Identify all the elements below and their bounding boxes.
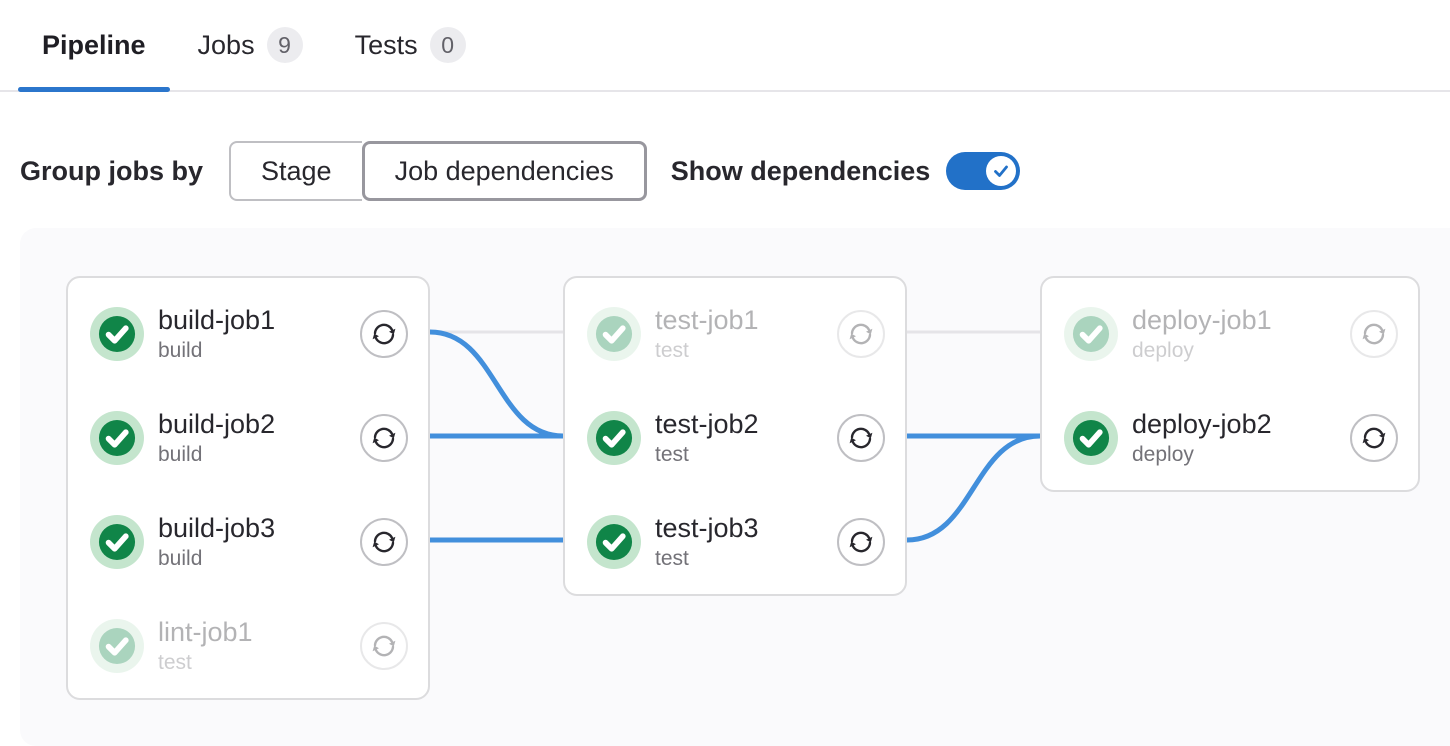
job-row: test-job1 test — [565, 282, 905, 386]
status-success-icon — [90, 307, 144, 361]
job-group-card: test-job1 test test-job2 test — [563, 276, 907, 596]
job-name: test-job2 — [655, 408, 759, 441]
tab-tests-label: Tests — [355, 30, 418, 61]
job-name: test-job3 — [655, 512, 759, 545]
job-texts: test-job2 test — [655, 408, 759, 468]
job-row: build-job1 build — [68, 282, 428, 386]
job-name: deploy-job1 — [1132, 304, 1272, 337]
job-texts: deploy-job2 deploy — [1132, 408, 1272, 468]
job-stage-label: test — [655, 337, 759, 364]
job-row: test-job2 test — [565, 386, 905, 490]
retry-icon — [368, 422, 400, 454]
job-texts: build-job2 build — [158, 408, 275, 468]
retry-button[interactable] — [360, 310, 408, 358]
retry-icon — [845, 526, 877, 558]
jobs-count-badge: 9 — [267, 27, 303, 63]
retry-icon — [368, 526, 400, 558]
job-stage-label: test — [158, 649, 253, 676]
retry-button[interactable] — [837, 310, 885, 358]
show-dependencies-toggle[interactable] — [946, 152, 1020, 190]
status-success-icon — [90, 411, 144, 465]
job-stage-label: test — [655, 545, 759, 572]
job-texts: test-job1 test — [655, 304, 759, 364]
toggle-knob — [986, 156, 1016, 186]
job-name: deploy-job2 — [1132, 408, 1272, 441]
job-row: build-job3 build — [68, 490, 428, 594]
retry-button[interactable] — [360, 414, 408, 462]
status-success-icon — [587, 411, 641, 465]
tab-jobs-label: Jobs — [198, 30, 255, 61]
group-by-stage-button[interactable]: Stage — [229, 141, 362, 201]
status-success-icon — [587, 515, 641, 569]
job-row: test-job3 test — [565, 490, 905, 594]
show-dependencies-label: Show dependencies — [671, 156, 931, 187]
job-name: build-job2 — [158, 408, 275, 441]
job-texts: build-job1 build — [158, 304, 275, 364]
job-name: lint-job1 — [158, 616, 253, 649]
job-row: deploy-job1 deploy — [1042, 282, 1418, 386]
status-success-icon — [587, 307, 641, 361]
tab-pipeline[interactable]: Pipeline — [16, 0, 172, 90]
check-icon — [991, 161, 1011, 181]
status-success-icon — [1064, 307, 1118, 361]
retry-icon — [845, 318, 877, 350]
job-group-card: deploy-job1 deploy deploy-job2 deploy — [1040, 276, 1420, 492]
group-jobs-by-label: Group jobs by — [20, 156, 203, 187]
retry-button[interactable] — [360, 518, 408, 566]
retry-button[interactable] — [360, 622, 408, 670]
job-group-card: build-job1 build build-job2 build — [66, 276, 430, 700]
status-success-icon — [90, 619, 144, 673]
tab-bar: Pipeline Jobs 9 Tests 0 — [0, 0, 1450, 92]
job-stage-label: build — [158, 545, 275, 572]
tab-tests[interactable]: Tests 0 — [329, 0, 492, 90]
status-success-icon — [1064, 411, 1118, 465]
active-tab-indicator — [18, 87, 170, 92]
retry-icon — [368, 630, 400, 662]
job-row: build-job2 build — [68, 386, 428, 490]
job-name: build-job3 — [158, 512, 275, 545]
job-stage-label: build — [158, 441, 275, 468]
retry-icon — [1358, 318, 1390, 350]
retry-button[interactable] — [837, 518, 885, 566]
status-success-icon — [90, 515, 144, 569]
retry-button[interactable] — [1350, 310, 1398, 358]
retry-button[interactable] — [1350, 414, 1398, 462]
job-row: deploy-job2 deploy — [1042, 386, 1418, 490]
tab-jobs[interactable]: Jobs 9 — [172, 0, 329, 90]
job-texts: test-job3 test — [655, 512, 759, 572]
tab-pipeline-label: Pipeline — [42, 30, 146, 61]
retry-button[interactable] — [837, 414, 885, 462]
retry-icon — [1358, 422, 1390, 454]
tests-count-badge: 0 — [430, 27, 466, 63]
job-stage-label: test — [655, 441, 759, 468]
job-texts: deploy-job1 deploy — [1132, 304, 1272, 364]
job-texts: build-job3 build — [158, 512, 275, 572]
job-stage-label: build — [158, 337, 275, 364]
job-stage-label: deploy — [1132, 441, 1272, 468]
group-by-segmented-control: Stage Job dependencies — [229, 141, 647, 201]
job-stage-label: deploy — [1132, 337, 1272, 364]
job-name: test-job1 — [655, 304, 759, 337]
job-row: lint-job1 test — [68, 594, 428, 698]
graph-controls: Group jobs by Stage Job dependencies Sho… — [20, 141, 1450, 201]
retry-icon — [845, 422, 877, 454]
group-by-job-dependencies-button[interactable]: Job dependencies — [362, 141, 647, 201]
job-name: build-job1 — [158, 304, 275, 337]
job-texts: lint-job1 test — [158, 616, 253, 676]
retry-icon — [368, 318, 400, 350]
